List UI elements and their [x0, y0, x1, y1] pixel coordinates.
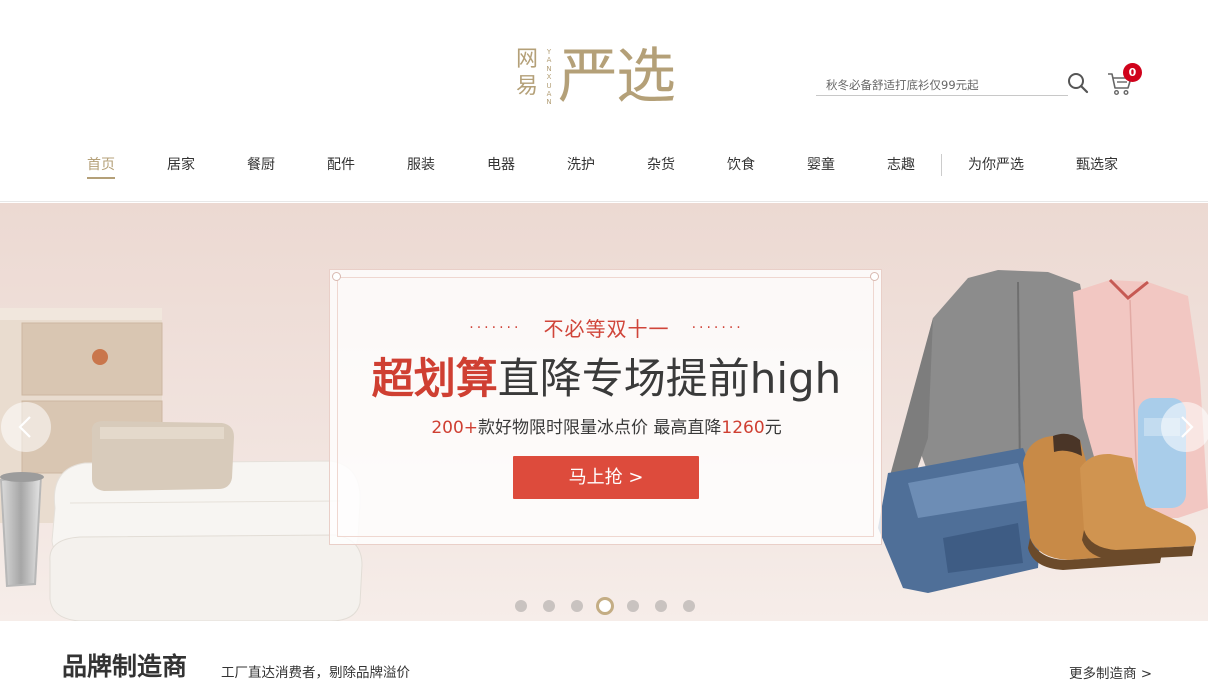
promo-headline: 超划算直降专场提前high [330, 352, 883, 406]
site-logo[interactable]: 网易 YANXUAN 严选 [514, 42, 700, 112]
more-manufacturers-link[interactable]: 更多制造商 > [1069, 665, 1152, 683]
headline-rest: 直降专场提前high [497, 354, 842, 403]
main-nav: 首页 居家 餐厨 配件 服装 电器 洗护 杂货 饮食 婴童 志趣 为你严选 甄选… [0, 130, 1208, 202]
buy-now-button[interactable]: 马上抢 > [513, 456, 699, 499]
carousel-dot[interactable] [543, 600, 555, 612]
promo-subline: 200+款好物限时限量冰点价 最高直降1260元 [330, 413, 883, 438]
corner-dot [870, 272, 879, 281]
logo-pinyin: YANXUAN [546, 48, 552, 107]
nav-active-indicator [87, 177, 115, 179]
carousel-dot[interactable] [515, 600, 527, 612]
nav-item-food[interactable]: 饮食 [727, 156, 755, 174]
nav-item-apparel[interactable]: 服装 [407, 156, 435, 174]
section-title: 品牌制造商 [62, 652, 188, 681]
hero-banner[interactable]: ······· 不必等双十一 ······· 超划算直降专场提前high 200… [0, 203, 1208, 621]
cart-count-badge: 0 [1123, 63, 1142, 82]
nav-item-appliances[interactable]: 电器 [487, 156, 515, 174]
site-header: 网易 YANXUAN 严选 0 [0, 0, 1208, 130]
carousel-dot[interactable] [627, 600, 639, 612]
carousel-dot[interactable] [683, 600, 695, 612]
carousel-prev-button[interactable] [1, 402, 51, 452]
nav-item-hobby[interactable]: 志趣 [887, 156, 915, 174]
logo-wangyi: 网易 [515, 47, 538, 99]
subline-count: 200+ [431, 418, 479, 438]
corner-dot [332, 272, 341, 281]
nav-item-kitchen[interactable]: 餐厨 [247, 156, 275, 174]
chevron-right-icon [1181, 416, 1194, 438]
carousel-dot[interactable] [655, 600, 667, 612]
nav-item-home-living[interactable]: 居家 [167, 156, 195, 174]
nav-divider [941, 154, 942, 176]
kicker-dots-left: ······· [469, 320, 522, 336]
subline-unit: 元 [764, 418, 782, 438]
logo-yanxuan: 严选 [558, 42, 676, 112]
section-subtitle: 工厂直达消费者，剔除品牌溢价 [221, 665, 410, 681]
nav-item-accessories[interactable]: 配件 [327, 156, 355, 174]
nav-item-home[interactable]: 首页 [87, 156, 115, 174]
carousel-next-button[interactable] [1161, 402, 1208, 452]
headline-highlight: 超划算 [371, 354, 498, 403]
promo-kicker: ······· 不必等双十一 ······· [330, 313, 883, 342]
nav-item-selectors[interactable]: 甄选家 [1076, 156, 1118, 174]
subline-amount: 1260 [721, 418, 765, 438]
carousel-dot-active[interactable] [596, 597, 614, 615]
kicker-text: 不必等双十一 [543, 317, 670, 341]
nav-item-sundries[interactable]: 杂货 [647, 156, 675, 174]
chevron-left-icon [18, 416, 31, 438]
search-input[interactable] [816, 75, 1068, 95]
subline-text: 款好物限时限量冰点价 最高直降 [478, 418, 722, 438]
bedding-products-image [0, 308, 363, 621]
apparel-products-image [878, 270, 1208, 593]
promo-card: ······· 不必等双十一 ······· 超划算直降专场提前high 200… [329, 269, 882, 545]
search-box [816, 74, 1068, 96]
search-icon[interactable] [1066, 71, 1090, 95]
carousel-dot[interactable] [571, 600, 583, 612]
kicker-dots-right: ······· [691, 320, 744, 336]
nav-item-personal-care[interactable]: 洗护 [567, 156, 595, 174]
nav-item-baby[interactable]: 婴童 [807, 156, 835, 174]
nav-item-curated-for-you[interactable]: 为你严选 [968, 156, 1024, 174]
